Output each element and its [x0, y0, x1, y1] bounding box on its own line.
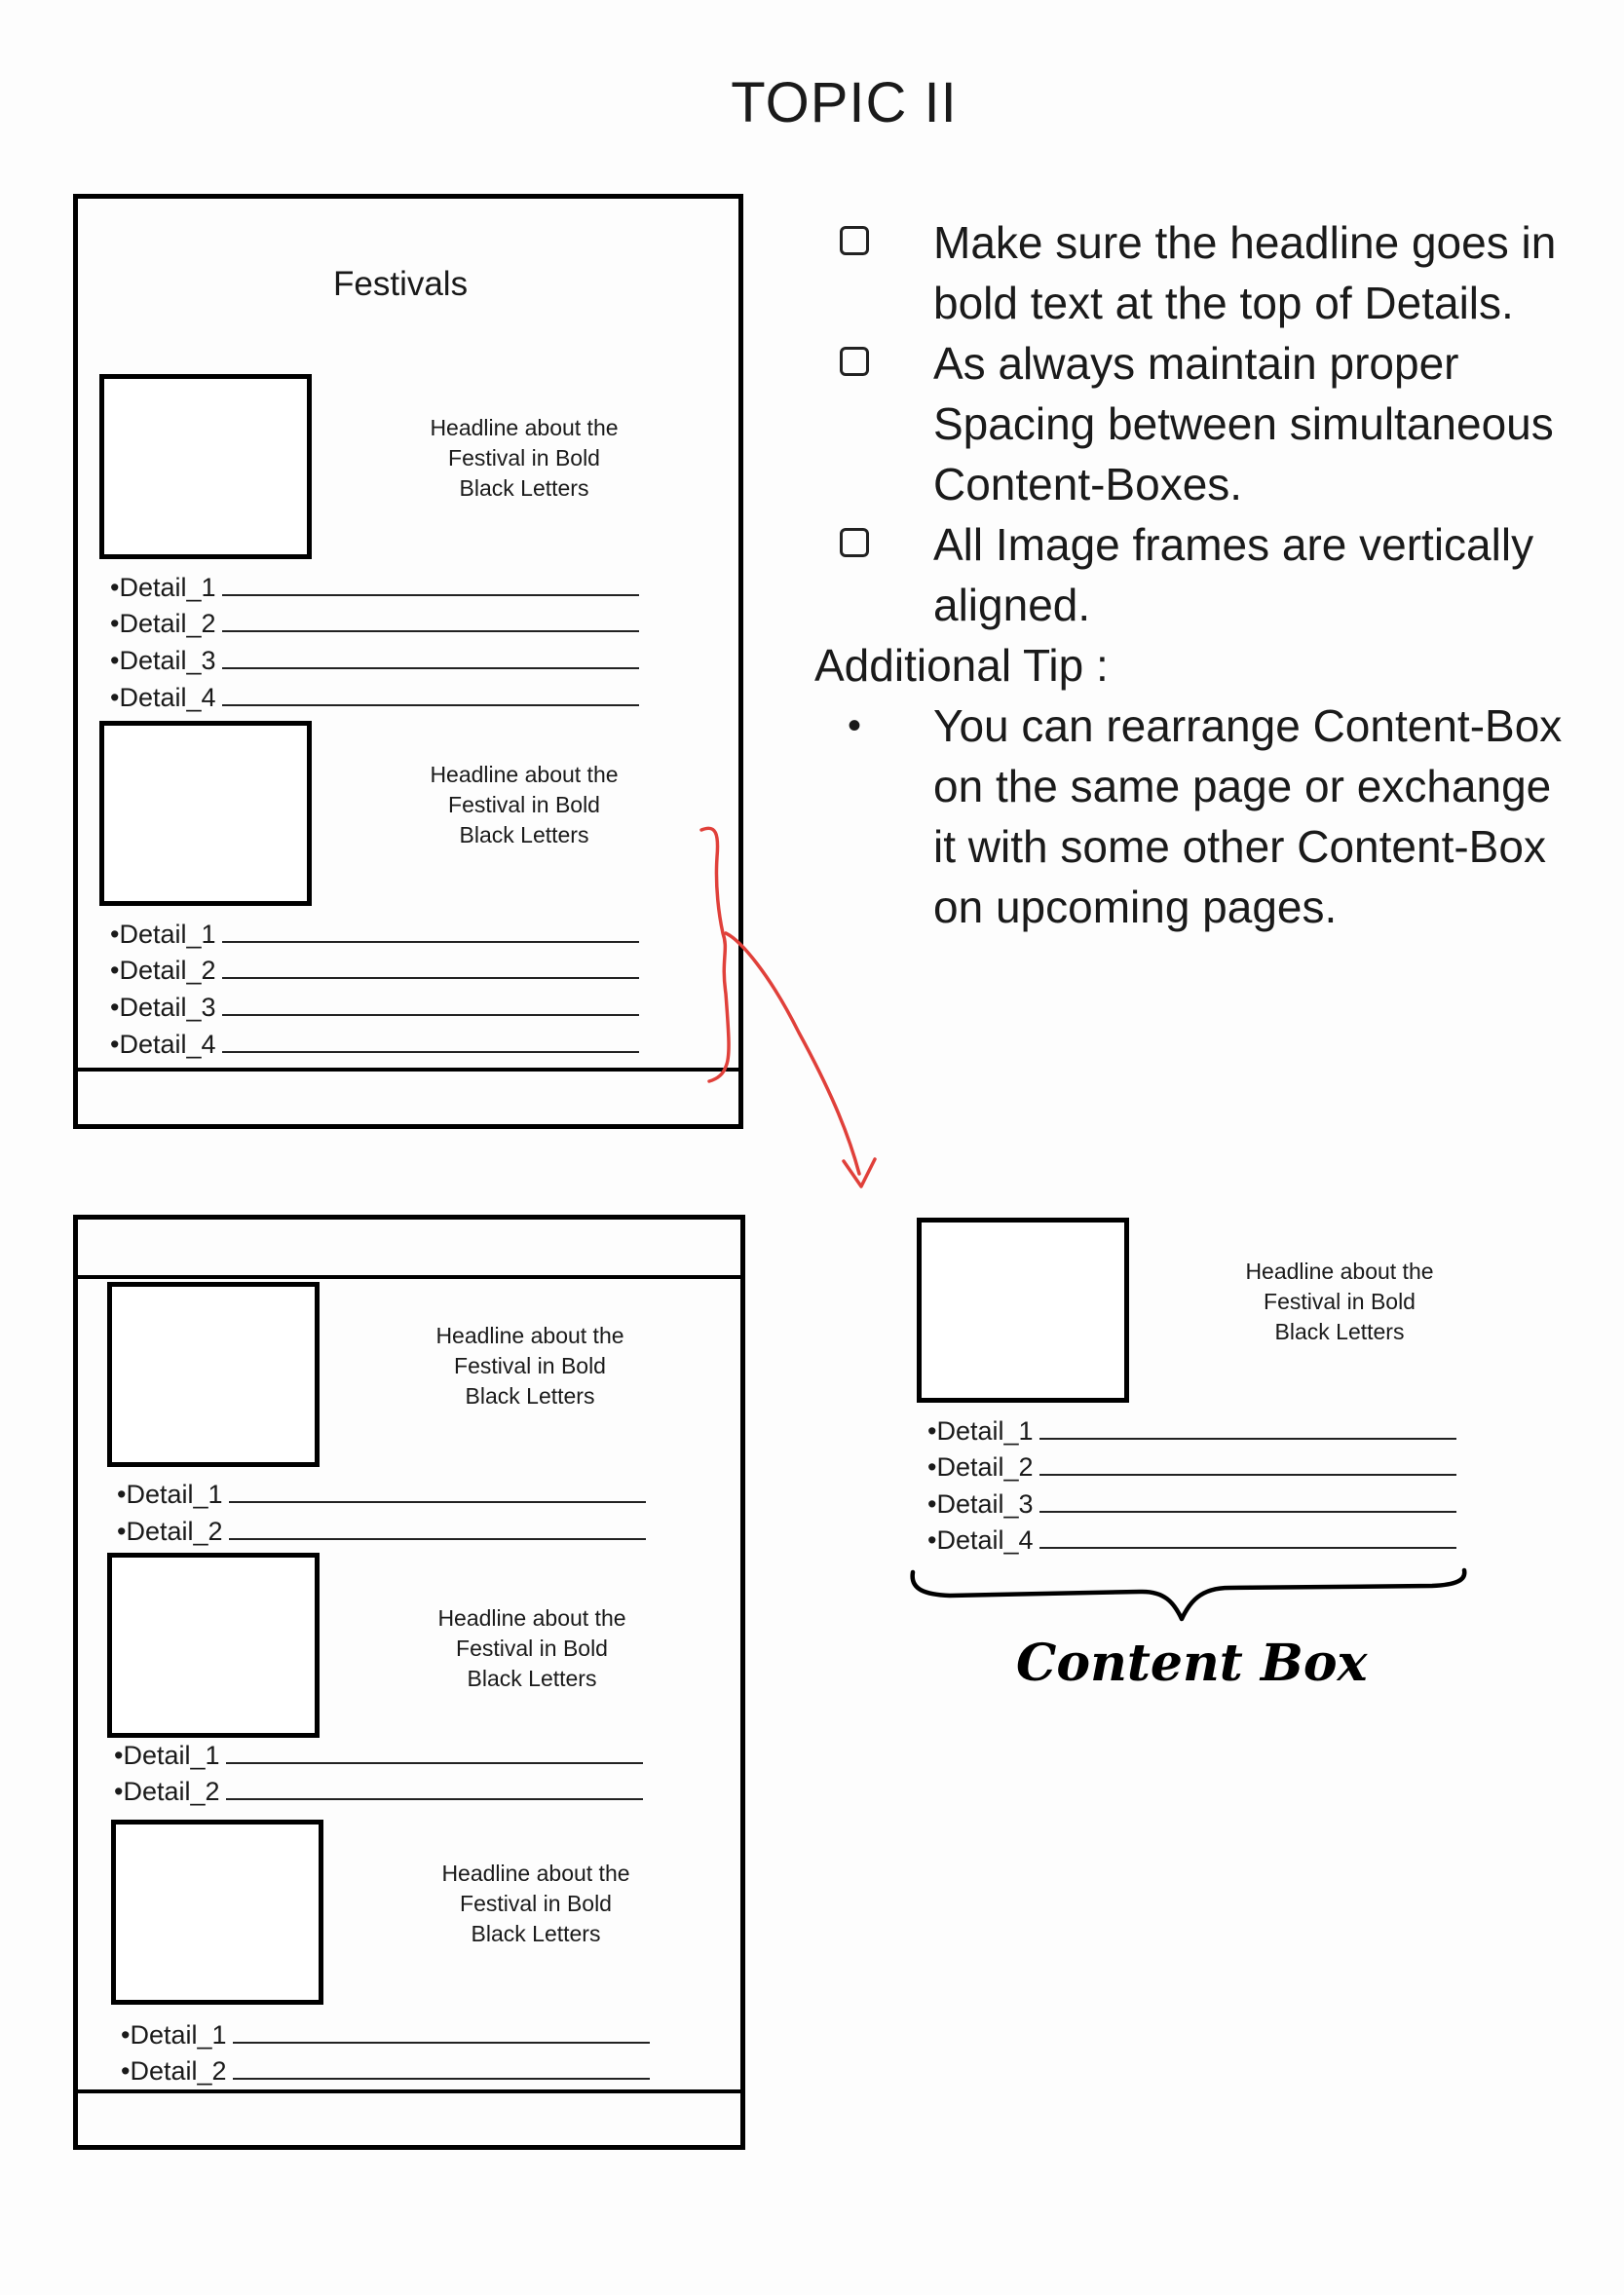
bullet-icon: • [848, 704, 862, 747]
tip-title: Additional Tip : [814, 640, 1109, 691]
curly-brace-icon [910, 1567, 1467, 1622]
checklist-item: As always maintain proper Spacing betwee… [814, 333, 1594, 514]
checkbox-icon[interactable] [840, 226, 869, 255]
checklist: Make sure the headline goes in bold text… [814, 212, 1594, 937]
checklist-item: All Image frames are vertically aligned. [814, 514, 1594, 635]
checklist-item: Make sure the headline goes in bold text… [814, 212, 1594, 333]
checkbox-icon[interactable] [840, 528, 869, 557]
tip-item: • You can rearrange Content-Box on the s… [814, 696, 1594, 937]
checkbox-icon[interactable] [840, 347, 869, 376]
content-box-label: Content Box [1016, 1634, 1369, 1693]
